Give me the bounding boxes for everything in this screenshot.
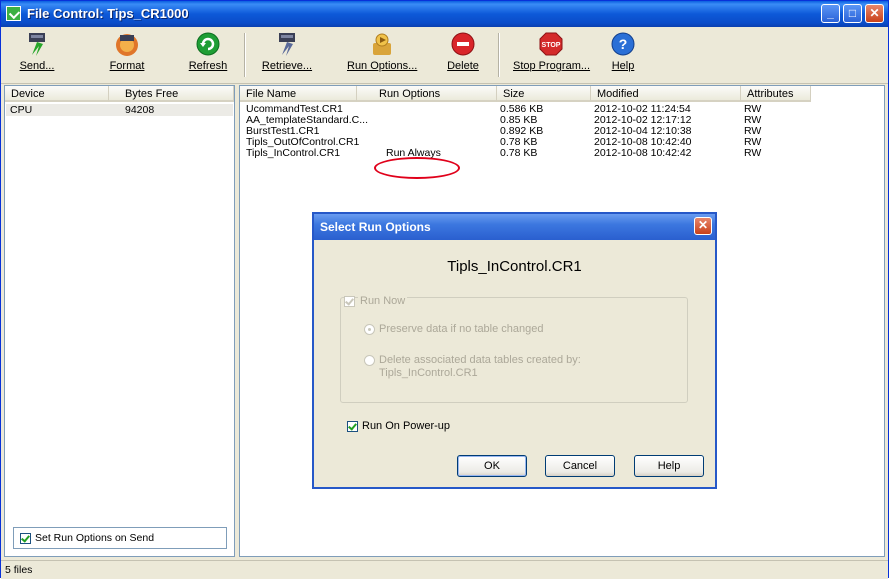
- title-bar[interactable]: File Control: Tips_CR1000 _ □ ✕: [1, 1, 888, 27]
- delete-tables-file: Tipls_InControl.CR1: [379, 367, 478, 379]
- set-run-options-checkbox[interactable]: [20, 533, 31, 544]
- refresh-button[interactable]: Refresh: [183, 29, 233, 79]
- set-run-options-label: Set Run Options on Send: [35, 532, 155, 544]
- cancel-button[interactable]: Cancel: [545, 455, 615, 477]
- send-icon: [24, 31, 50, 57]
- stop-icon: STOP: [538, 31, 564, 57]
- column-header-run-options[interactable]: Run Options: [357, 86, 497, 102]
- help-icon: ?: [610, 31, 636, 57]
- dialog-file-name: Tipls_InControl.CR1: [447, 258, 582, 275]
- window-title: File Control: Tips_CR1000: [27, 6, 189, 21]
- ok-button[interactable]: OK: [457, 455, 527, 477]
- maximize-button[interactable]: □: [843, 4, 862, 23]
- file-control-icon: [6, 6, 21, 21]
- file-modified: 2012-10-08 10:42:42: [594, 147, 692, 159]
- column-header-size[interactable]: Size: [497, 86, 591, 102]
- dialog-close-icon[interactable]: ✕: [694, 217, 712, 235]
- run-now-label: Run Now: [358, 295, 408, 307]
- close-button[interactable]: ✕: [865, 4, 884, 23]
- run-options-icon: [369, 31, 395, 57]
- preserve-data-radio[interactable]: [364, 324, 375, 335]
- toolbar-separator: [498, 33, 500, 77]
- column-header-attributes[interactable]: Attributes: [741, 86, 811, 102]
- send-button[interactable]: Send...: [15, 29, 59, 79]
- delete-tables-label: Delete associated data tables created by…: [379, 354, 581, 366]
- dialog-title: Select Run Options: [320, 220, 431, 234]
- file-size: 0.78 KB: [500, 147, 538, 159]
- file-name[interactable]: Tipls_InControl.CR1: [246, 148, 340, 159]
- format-button[interactable]: Format: [105, 29, 149, 79]
- column-header-file-name[interactable]: File Name: [240, 86, 357, 102]
- status-text: 5 files: [5, 564, 33, 576]
- device-bytes-free: 94208: [125, 104, 155, 116]
- run-on-powerup-checkbox[interactable]: [347, 421, 358, 432]
- status-bar: 5 files: [1, 560, 888, 579]
- delete-button[interactable]: Delete: [441, 29, 485, 79]
- help-dialog-button[interactable]: Help: [634, 455, 704, 477]
- help-button[interactable]: ? Help: [605, 29, 641, 79]
- file-attributes: RW: [744, 147, 762, 159]
- column-header-modified[interactable]: Modified: [591, 86, 741, 102]
- run-on-powerup-label: Run On Power-up: [362, 420, 451, 432]
- run-now-group: [340, 297, 688, 403]
- run-options-button[interactable]: Run Options...: [347, 29, 417, 79]
- toolbar: Send... Format Refresh Retrieve... Run O…: [1, 27, 888, 84]
- select-run-options-dialog: Select Run Options ✕ Tipls_InControl.CR1…: [312, 212, 717, 489]
- preserve-data-label: Preserve data if no table changed: [379, 323, 544, 335]
- set-run-options-on-send-box: Set Run Options on Send: [13, 527, 227, 549]
- device-list[interactable]: Device Bytes Free CPU 94208 Set Run Opti…: [4, 85, 235, 557]
- delete-icon: [450, 31, 476, 57]
- column-header-bytes-free[interactable]: Bytes Free: [109, 86, 234, 102]
- toolbar-separator: [244, 33, 246, 77]
- device-name: CPU: [10, 104, 33, 116]
- retrieve-icon: [274, 31, 300, 57]
- svg-text:STOP: STOP: [542, 42, 561, 49]
- refresh-icon: [195, 31, 221, 57]
- highlight-circle: [374, 157, 460, 179]
- dialog-title-bar[interactable]: Select Run Options ✕: [314, 214, 715, 240]
- format-icon: [114, 31, 140, 57]
- svg-text:?: ?: [619, 36, 628, 52]
- retrieve-button[interactable]: Retrieve...: [257, 29, 317, 79]
- run-now-checkbox[interactable]: [344, 296, 355, 307]
- table-row-selected[interactable]: [6, 104, 233, 116]
- minimize-button[interactable]: _: [821, 4, 840, 23]
- column-header-device[interactable]: Device: [5, 86, 109, 102]
- file-control-window: File Control: Tips_CR1000 _ □ ✕ Send... …: [0, 0, 889, 579]
- delete-tables-radio[interactable]: [364, 355, 375, 366]
- stop-program-button[interactable]: STOP Stop Program...: [513, 29, 590, 79]
